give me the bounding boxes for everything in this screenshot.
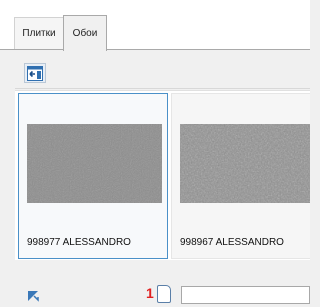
marker-1: 1: [146, 285, 154, 301]
tab-tiles-label: Плитки: [22, 28, 56, 39]
tab-tiles[interactable]: Плитки: [14, 17, 64, 49]
toolbar-separator: [15, 88, 310, 89]
page-icon[interactable]: [157, 285, 171, 303]
page-input-field[interactable]: [181, 286, 310, 304]
panel-import-button[interactable]: [24, 63, 46, 83]
gallery-item[interactable]: 998967 ALESSANDRO: [171, 93, 310, 259]
gallery-item[interactable]: 998977 ALESSANDRO: [18, 93, 168, 259]
resize-arrow-icon[interactable]: [27, 290, 39, 302]
gallery-item-label: 998977 ALESSANDRO: [27, 237, 131, 248]
panel-import-icon: [27, 66, 43, 81]
tab-bar: Плитки Обои: [0, 0, 310, 51]
gallery-item-label: 998967 ALESSANDRO: [180, 237, 284, 248]
wallpaper-thumbnail: [180, 124, 310, 203]
wallpaper-thumbnail: [27, 124, 162, 203]
tab-wallpaper[interactable]: Обои: [63, 15, 107, 51]
tab-wallpaper-label: Обои: [72, 28, 98, 39]
wallpaper-gallery: 998977 ALESSANDRO 998967 ALESSANDRO: [15, 90, 310, 261]
